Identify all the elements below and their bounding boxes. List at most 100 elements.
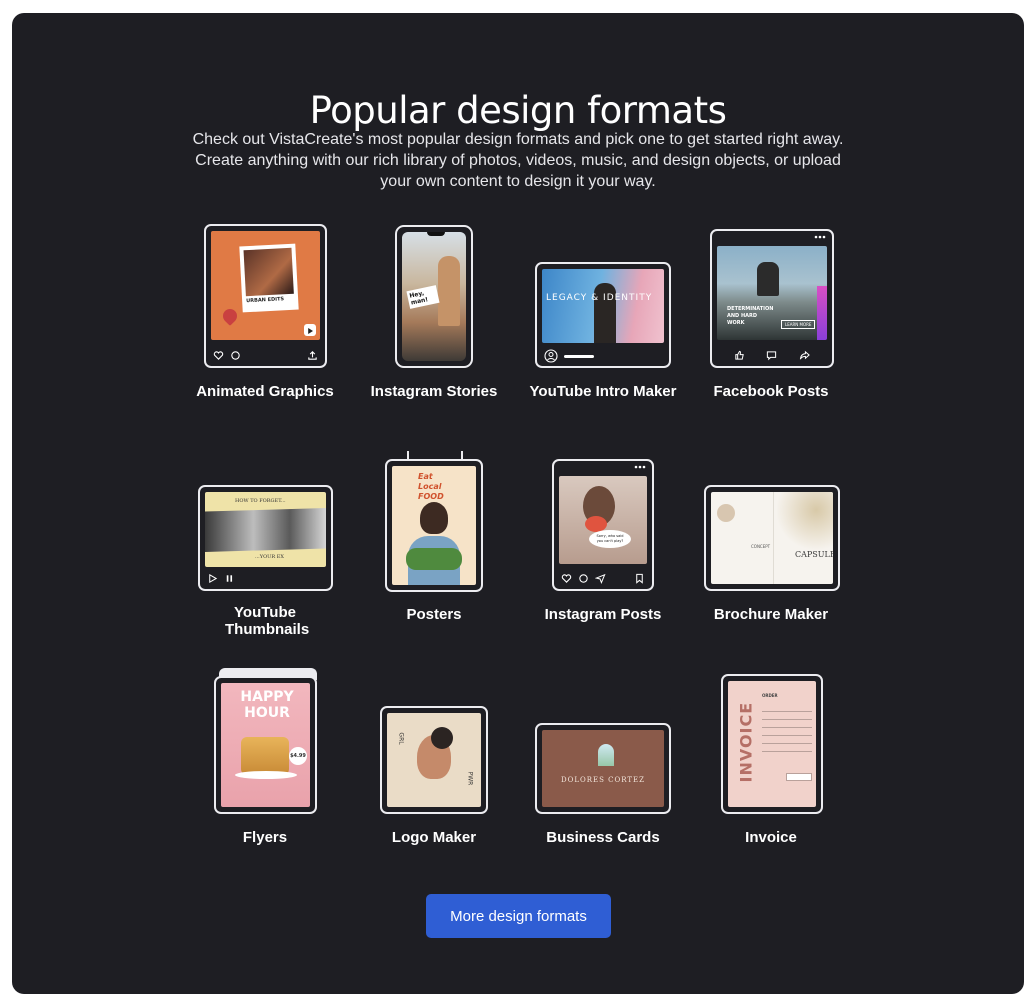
business-card-thumbnail: DOLORES CORTEZ (542, 730, 664, 807)
format-label-instagram-posts[interactable]: Instagram Posts (518, 606, 688, 623)
flyer-headline: HAPPY HOUR (240, 689, 294, 721)
thumbnail-subtitle: ...YOUR EX (255, 554, 284, 560)
comment-icon[interactable] (578, 573, 589, 584)
floral-decoration (777, 492, 833, 552)
progress-line (564, 354, 594, 358)
format-card-posters[interactable]: Eat Local FOOD (385, 459, 483, 592)
youtube-thumbnail-art: HOW TO FORGET... ...YOUR EX (205, 492, 326, 567)
format-card-flyers[interactable]: HAPPY HOUR $4.99 (214, 676, 317, 814)
play-icon (304, 324, 316, 336)
portrait-circle (717, 504, 735, 522)
post-action-bar (561, 571, 645, 585)
share-icon[interactable] (799, 350, 810, 361)
invoice-vertical-title: INVOICE (736, 701, 756, 783)
format-card-brochure-maker[interactable]: CONCEPT CAPSULE (704, 485, 840, 591)
post-action-bar (213, 348, 318, 362)
format-label-brochure-maker[interactable]: Brochure Maker (686, 606, 856, 623)
card-name: DOLORES CORTEZ (560, 776, 646, 784)
heart-icon[interactable] (561, 573, 572, 584)
thumbnail-title: HOW TO FORGET... (235, 498, 286, 504)
format-label-flyers[interactable]: Flyers (180, 829, 350, 846)
brochure-thumbnail: CONCEPT CAPSULE (711, 492, 833, 584)
format-card-instagram-stories[interactable]: Hey, man! (395, 225, 473, 368)
pancake-stack (241, 737, 289, 775)
format-card-business-cards[interactable]: DOLORES CORTEZ (535, 723, 671, 814)
youtube-intro-thumbnail: LEGACY & IDENTITY (542, 269, 664, 343)
more-options-icon[interactable] (814, 235, 826, 239)
post-cta: LEARN MORE (781, 320, 816, 329)
post-headline: DETERMINATION AND HARD WORK (727, 306, 774, 326)
plate (235, 771, 297, 779)
invoice-thumbnail: INVOICE ORDER (728, 681, 816, 807)
more-options-icon[interactable] (634, 465, 646, 469)
format-label-animated-graphics[interactable]: Animated Graphics (180, 383, 350, 400)
format-label-invoice[interactable]: Invoice (686, 829, 856, 846)
torn-photo (205, 508, 326, 552)
invoice-total-box (786, 773, 812, 781)
animated-graphics-thumbnail: URBAN EDITS (211, 231, 320, 340)
player-controls (207, 571, 324, 585)
popular-formats-section: Popular design formats Check out VistaCr… (12, 13, 1024, 994)
send-icon[interactable] (595, 573, 606, 584)
instagram-stories-thumbnail: Hey, man! (402, 232, 466, 361)
polaroid-frame: URBAN EDITS (239, 243, 299, 313)
format-label-logo-maker[interactable]: Logo Maker (349, 829, 519, 846)
section-subtitle: Check out VistaCreate's most popular des… (192, 131, 844, 190)
pause-icon[interactable] (224, 573, 235, 584)
format-label-youtube-intro-maker[interactable]: YouTube Intro Maker (518, 383, 688, 400)
channel-bar (544, 348, 662, 364)
poster-headline: Eat Local FOOD (418, 472, 444, 501)
comment-icon[interactable] (766, 350, 777, 361)
heart-icon[interactable] (213, 350, 224, 361)
person-figure (438, 256, 460, 326)
facebook-post-thumbnail: DETERMINATION AND HARD WORK LEARN MORE (717, 246, 827, 340)
bookmark-icon[interactable] (634, 573, 645, 584)
format-card-animated-graphics[interactable]: URBAN EDITS (204, 224, 327, 368)
format-card-logo-maker[interactable]: GRL PWR (380, 706, 488, 814)
format-label-text: YouTube Thumbnails (225, 604, 310, 638)
instagram-post-thumbnail: Sorry, who said you can't play? (559, 476, 647, 564)
gradient-strip (817, 286, 827, 340)
share-icon[interactable] (307, 350, 318, 361)
format-label-posters[interactable]: Posters (349, 606, 519, 623)
play-icon[interactable] (207, 573, 218, 584)
intro-title: LEGACY & IDENTITY (546, 293, 653, 303)
poster-thumbnail: Eat Local FOOD (392, 466, 476, 585)
logo-text-right: PWR (466, 771, 474, 786)
brochure-title: CAPSULE (795, 550, 833, 559)
format-label-facebook-posts[interactable]: Facebook Posts (686, 383, 856, 400)
invoice-line-items (762, 711, 812, 712)
art-caption: URBAN EDITS (246, 296, 285, 305)
comment-icon[interactable] (230, 350, 241, 361)
arch-window (598, 744, 614, 766)
flyer-thumbnail: HAPPY HOUR $4.99 (221, 683, 310, 807)
format-card-youtube-intro-maker[interactable]: LEGACY & IDENTITY (535, 262, 671, 368)
price-badge: $4.99 (289, 747, 307, 765)
section-title: Popular design formats (309, 89, 727, 132)
reaction-bar (726, 348, 818, 362)
brochure-subheading: CONCEPT (751, 544, 771, 549)
format-card-youtube-thumbnails[interactable]: HOW TO FORGET... ...YOUR EX (198, 485, 333, 591)
fold-line (773, 492, 774, 584)
cyclist-figure (757, 262, 779, 296)
logo-text-left: GRL (397, 732, 405, 745)
format-label-youtube-thumbnails[interactable]: YouTube Thumbnails (180, 604, 350, 638)
woman-head (420, 502, 448, 534)
heart-shape (220, 306, 240, 326)
format-label-instagram-stories[interactable]: Instagram Stories (349, 383, 519, 400)
hair-bun (431, 727, 453, 749)
like-icon[interactable] (734, 350, 745, 361)
more-design-formats-button[interactable]: More design formats (426, 894, 611, 938)
format-card-facebook-posts[interactable]: DETERMINATION AND HARD WORK LEARN MORE (710, 229, 834, 368)
logo-thumbnail: GRL PWR (387, 713, 481, 807)
person-figure (594, 283, 616, 343)
sticker-text: Hey, man! (406, 285, 440, 309)
format-card-invoice[interactable]: INVOICE ORDER (721, 674, 823, 814)
avatar-icon (544, 349, 558, 363)
format-card-instagram-posts[interactable]: Sorry, who said you can't play? (552, 459, 654, 591)
format-label-business-cards[interactable]: Business Cards (518, 829, 688, 846)
invoice-order-label: ORDER (762, 693, 778, 698)
speech-bubble: Sorry, who said you can't play? (589, 530, 631, 548)
vegetables (406, 548, 462, 570)
phone-notch (427, 232, 445, 236)
